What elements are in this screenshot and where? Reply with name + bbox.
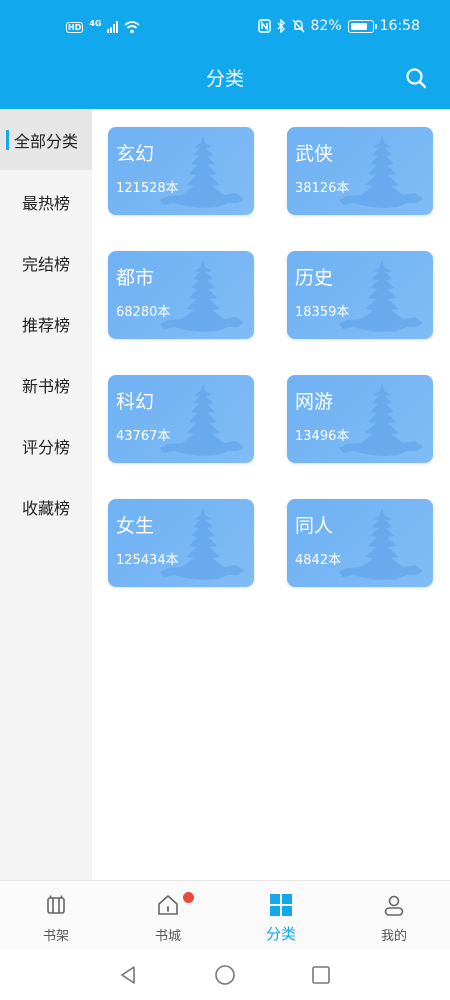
category-card-wangyou[interactable]: 网游 13496本 [287, 375, 433, 463]
sidebar-item-label: 收藏榜 [21, 498, 70, 518]
back-icon[interactable] [118, 964, 140, 986]
category-card-wuxia[interactable]: 武侠 38126本 [287, 127, 433, 215]
status-left: HD 4G [66, 18, 141, 34]
notification-badge [183, 892, 194, 903]
search-icon[interactable] [404, 66, 428, 90]
category-card-nvsheng[interactable]: 女生 125434本 [108, 499, 254, 587]
pagoda-decoration-icon [158, 381, 248, 461]
bottom-nav: 书架 书城 分类 我的 [0, 880, 450, 950]
pagoda-decoration-icon [158, 133, 248, 213]
category-count: 43767本 [116, 429, 171, 444]
bluetooth-icon [277, 19, 285, 33]
nav-tab-label: 书架 [42, 929, 69, 944]
sidebar-item-favorites[interactable]: 收藏榜 [0, 476, 92, 537]
top-bar: HD 4G 82% 16:58 分类 [0, 0, 450, 109]
hd-icon: HD [66, 21, 84, 33]
mute-bell-icon [291, 19, 305, 33]
home-icon [158, 895, 178, 915]
home-circle-icon[interactable] [214, 964, 236, 986]
nav-tab-label: 我的 [380, 929, 407, 944]
sidebar-item-label: 最热榜 [21, 193, 70, 213]
sidebar-item-completed[interactable]: 完结榜 [0, 232, 92, 293]
sidebar-item-new[interactable]: 新书榜 [0, 354, 92, 415]
sidebar-item-label: 全部分类 [13, 131, 78, 151]
status-bar: HD 4G 82% 16:58 [0, 0, 450, 56]
category-card-xuanhuan[interactable]: 玄幻 121528本 [108, 127, 254, 215]
clock: 16:58 [379, 18, 420, 34]
category-name: 玄幻 [116, 143, 155, 165]
page-title: 分类 [205, 68, 244, 90]
pagoda-decoration-icon [337, 257, 427, 337]
signal-icon [107, 21, 119, 33]
wifi-icon [124, 21, 141, 34]
category-count: 125434本 [116, 553, 179, 568]
category-name: 武侠 [295, 143, 334, 165]
category-count: 121528本 [116, 181, 179, 196]
sidebar-item-label: 推荐榜 [21, 315, 70, 335]
category-name: 科幻 [116, 391, 155, 413]
status-right: 82% 16:58 [257, 18, 420, 34]
category-name: 历史 [295, 267, 334, 289]
user-icon [384, 895, 404, 916]
bookshelf-icon [47, 895, 65, 914]
sidebar-item-label: 评分榜 [21, 437, 70, 457]
pagoda-decoration-icon [337, 505, 427, 585]
sidebar-item-hottest[interactable]: 最热榜 [0, 171, 92, 232]
pagoda-decoration-icon [337, 381, 427, 461]
battery-percent: 82% [310, 18, 342, 34]
nav-tab-label: 书城 [154, 929, 181, 944]
category-card-lishi[interactable]: 历史 18359本 [287, 251, 433, 339]
sidebar-item-recommended[interactable]: 推荐榜 [0, 293, 92, 354]
grid-icon [270, 894, 292, 916]
sidebar-item-label: 新书榜 [21, 376, 70, 396]
recent-apps-icon[interactable] [310, 964, 332, 986]
category-count: 68280本 [116, 305, 171, 320]
pagoda-decoration-icon [158, 257, 248, 337]
category-count: 13496本 [295, 429, 350, 444]
category-card-tongren[interactable]: 同人 4842本 [287, 499, 433, 587]
category-card-dushi[interactable]: 都市 68280本 [108, 251, 254, 339]
nav-tab-bookstore[interactable]: 书城 [112, 881, 224, 951]
system-nav-bar [0, 950, 450, 1000]
category-name: 都市 [116, 267, 155, 289]
nfc-icon [257, 19, 271, 33]
nav-tab-category[interactable]: 分类 [225, 881, 337, 951]
category-name: 同人 [295, 515, 334, 537]
pagoda-decoration-icon [337, 133, 427, 213]
sidebar-item-all[interactable]: 全部分类 [0, 109, 92, 170]
category-name: 网游 [295, 391, 334, 413]
pagoda-decoration-icon [158, 505, 248, 585]
network-type: 4G [89, 18, 102, 28]
category-count: 4842本 [295, 553, 342, 568]
sidebar-item-label: 完结榜 [21, 254, 70, 274]
category-name: 女生 [116, 515, 155, 537]
nav-tab-label: 分类 [265, 925, 296, 943]
category-count: 18359本 [295, 305, 350, 320]
battery-icon [347, 19, 377, 33]
nav-tab-mine[interactable]: 我的 [338, 881, 450, 951]
sidebar-item-rating[interactable]: 评分榜 [0, 415, 92, 476]
nav-tab-bookshelf[interactable]: 书架 [0, 881, 112, 951]
category-count: 38126本 [295, 181, 350, 196]
category-card-kehuan[interactable]: 科幻 43767本 [108, 375, 254, 463]
category-sidebar: 全部分类 最热榜 完结榜 推荐榜 新书榜 评分榜 收藏榜 [0, 109, 92, 880]
